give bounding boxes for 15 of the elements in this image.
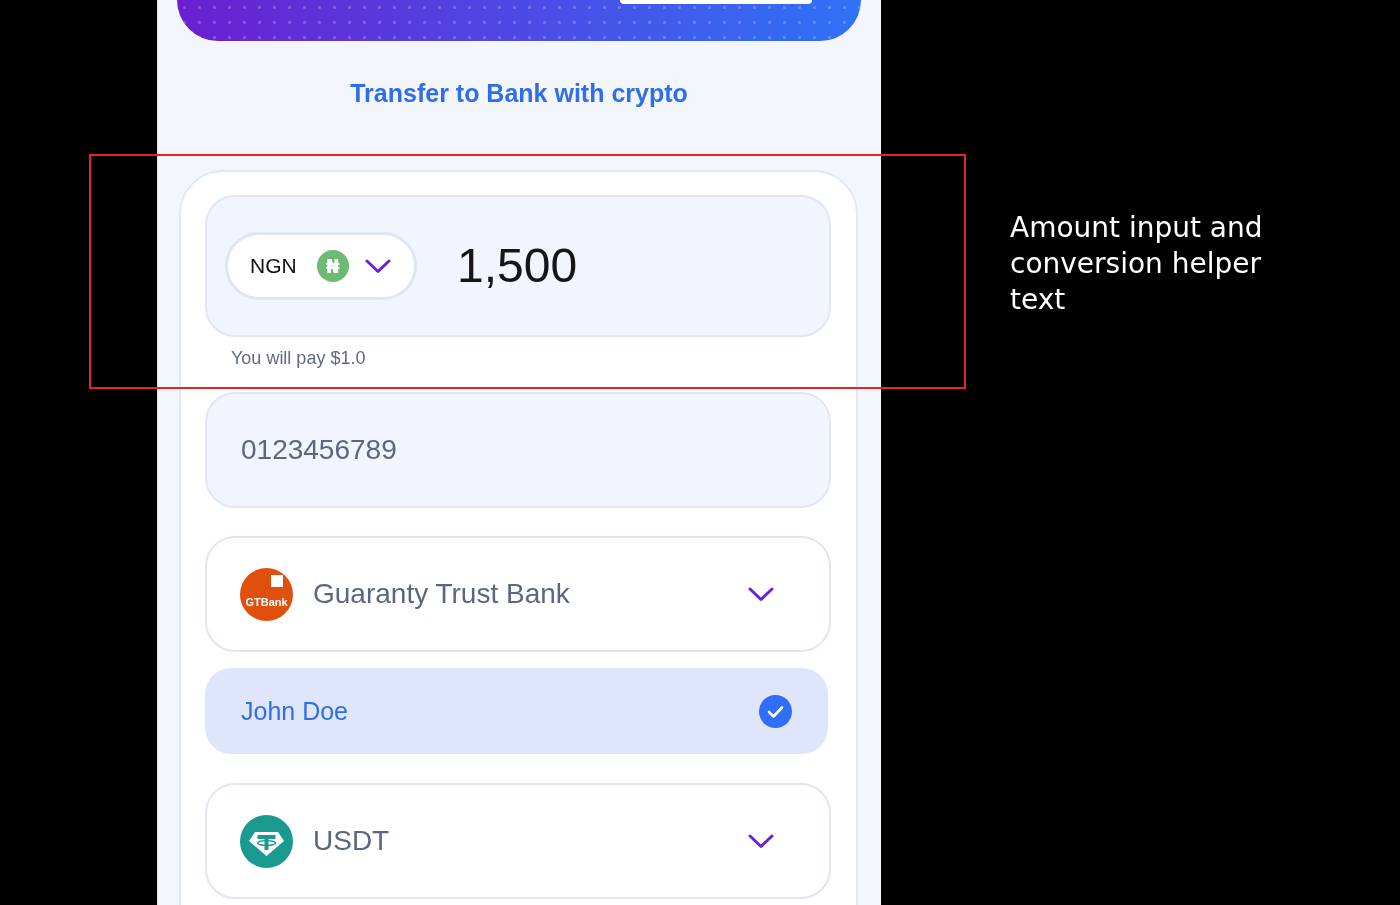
page-title: Transfer to Bank with crypto [349, 78, 689, 108]
conversion-helper-text: You will pay $1.0 [231, 347, 367, 369]
amount-field[interactable]: NGN ₦ 1,500 [205, 195, 831, 337]
chevron-down-icon [748, 586, 774, 602]
currency-dropdown[interactable]: NGN ₦ [225, 232, 417, 300]
bank-dropdown[interactable]: GTBank Guaranty Trust Bank [205, 536, 831, 652]
account-number-input[interactable]: 0123456789 [205, 392, 831, 508]
account-name-text: John Doe [241, 696, 350, 726]
coin-logo-icon [240, 814, 293, 868]
currency-symbol: ₦ [316, 250, 349, 282]
crypto-dropdown[interactable]: USDT [205, 783, 831, 899]
chevron-down-icon [748, 833, 774, 849]
annotation-text: Amount input and conversion helper text [1010, 210, 1264, 318]
bank-logo: GTBank [240, 567, 293, 621]
chevron-down-icon [364, 258, 391, 274]
